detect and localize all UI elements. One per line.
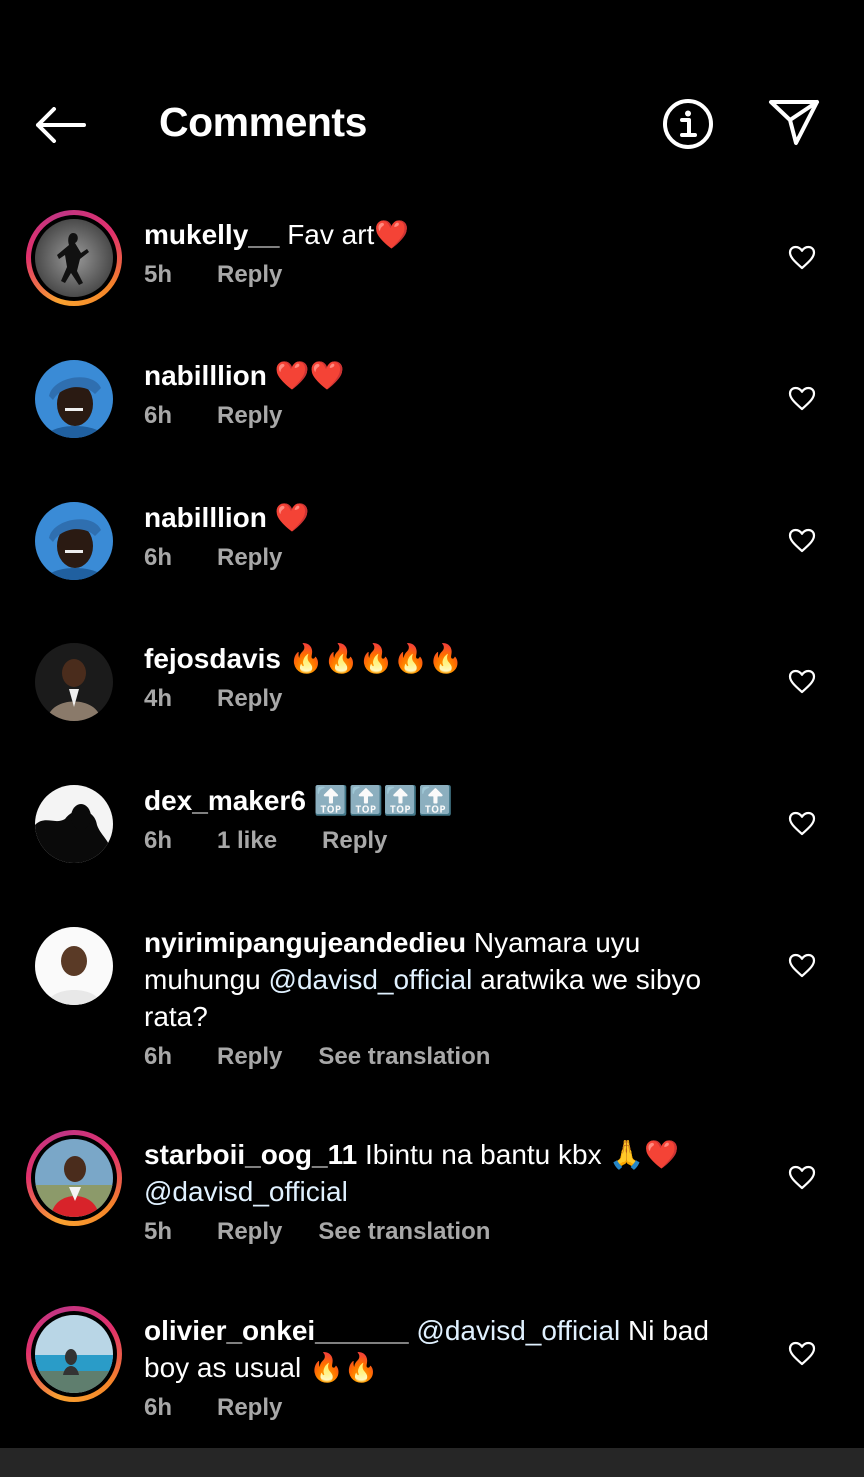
avatar-wrap[interactable] [26, 351, 122, 447]
like-button[interactable] [786, 808, 818, 838]
like-count[interactable]: 1 like [217, 827, 277, 855]
arrow-left-icon [36, 107, 86, 143]
comment-text: Fav art❤️ [287, 219, 410, 250]
heart-outline-icon [788, 811, 816, 835]
reply-button[interactable]: Reply [217, 1394, 282, 1422]
avatar [35, 1139, 113, 1217]
back-button[interactable] [30, 98, 90, 152]
avatar [35, 643, 113, 721]
avatar-story-ring[interactable] [26, 1130, 122, 1226]
header: Comments [0, 0, 864, 190]
heart-outline-icon [788, 669, 816, 693]
reply-button[interactable]: Reply [217, 544, 282, 572]
avatar [35, 219, 113, 297]
comment-username[interactable]: mukelly__ [144, 219, 279, 250]
comment-time: 6h [144, 544, 173, 571]
heart-outline-icon [788, 1341, 816, 1365]
avatar-wrap[interactable] [26, 634, 122, 730]
avatar [35, 360, 113, 438]
heart-outline-icon [788, 1165, 816, 1189]
heart-outline-icon [788, 245, 816, 269]
info-circle-icon [663, 99, 713, 149]
like-button[interactable] [786, 666, 818, 696]
comment-time: 6h [144, 1394, 173, 1421]
avatar [35, 502, 113, 580]
comment-mention[interactable]: @davisd_official [416, 1315, 620, 1346]
avatar-wrap[interactable] [26, 493, 122, 589]
comment-username[interactable]: olivier_onkei______ [144, 1315, 409, 1346]
comment-username[interactable]: nabilllion [144, 502, 267, 533]
comment-time: 6h [144, 402, 173, 429]
heart-outline-icon [788, 528, 816, 552]
like-button[interactable] [786, 1338, 818, 1368]
heart-outline-icon [788, 386, 816, 410]
comment-text: ❤️ [274, 502, 310, 533]
avatar-wrap[interactable] [26, 776, 122, 872]
bottom-bar [0, 1448, 864, 1477]
reply-button[interactable]: Reply [217, 1043, 282, 1071]
comment-username[interactable]: nyirimipangujeandedieu [144, 927, 466, 958]
avatar [35, 785, 113, 863]
comment-username[interactable]: nabilllion [144, 360, 267, 391]
share-button[interactable] [764, 94, 824, 150]
reply-button[interactable]: Reply [322, 827, 387, 855]
comment-time: 6h [144, 1043, 173, 1070]
comment-time: 5h [144, 261, 173, 288]
like-button[interactable] [786, 1162, 818, 1192]
comment-text: ❤️❤️ [274, 360, 345, 391]
page-title: Comments [159, 99, 367, 145]
reply-button[interactable]: Reply [217, 685, 282, 713]
comment-username[interactable]: fejosdavis [144, 643, 281, 674]
paper-plane-icon [769, 100, 819, 145]
comment-username[interactable]: dex_maker6 [144, 785, 306, 816]
reply-button[interactable]: Reply [217, 1218, 282, 1246]
like-button[interactable] [786, 242, 818, 272]
comment-mention[interactable]: @davisd_official [269, 964, 473, 995]
see-translation-button[interactable]: See translation [318, 1218, 490, 1246]
comment-text: 🔝🔝🔝🔝 [313, 785, 454, 816]
avatar [35, 927, 113, 1005]
heart-outline-icon [788, 953, 816, 977]
comment-time: 6h [144, 827, 173, 854]
comment-time: 5h [144, 1218, 173, 1245]
avatar-story-ring[interactable] [26, 1306, 122, 1402]
avatar-story-ring[interactable] [26, 210, 122, 306]
info-button[interactable] [660, 96, 716, 152]
like-button[interactable] [786, 950, 818, 980]
comment-text: Ibintu na bantu kbx 🙏❤️ [364, 1139, 680, 1170]
reply-button[interactable]: Reply [217, 402, 282, 430]
comment-time: 4h [144, 685, 173, 712]
reply-button[interactable]: Reply [217, 261, 282, 289]
like-button[interactable] [786, 525, 818, 555]
like-button[interactable] [786, 383, 818, 413]
avatar [35, 1315, 113, 1393]
comment-mention[interactable]: @davisd_official [144, 1176, 348, 1207]
comment-text: 🔥🔥🔥🔥🔥 [288, 643, 464, 674]
comment-username[interactable]: starboii_oog_11 [144, 1139, 357, 1170]
see-translation-button[interactable]: See translation [318, 1043, 490, 1071]
avatar-wrap[interactable] [26, 918, 122, 1014]
